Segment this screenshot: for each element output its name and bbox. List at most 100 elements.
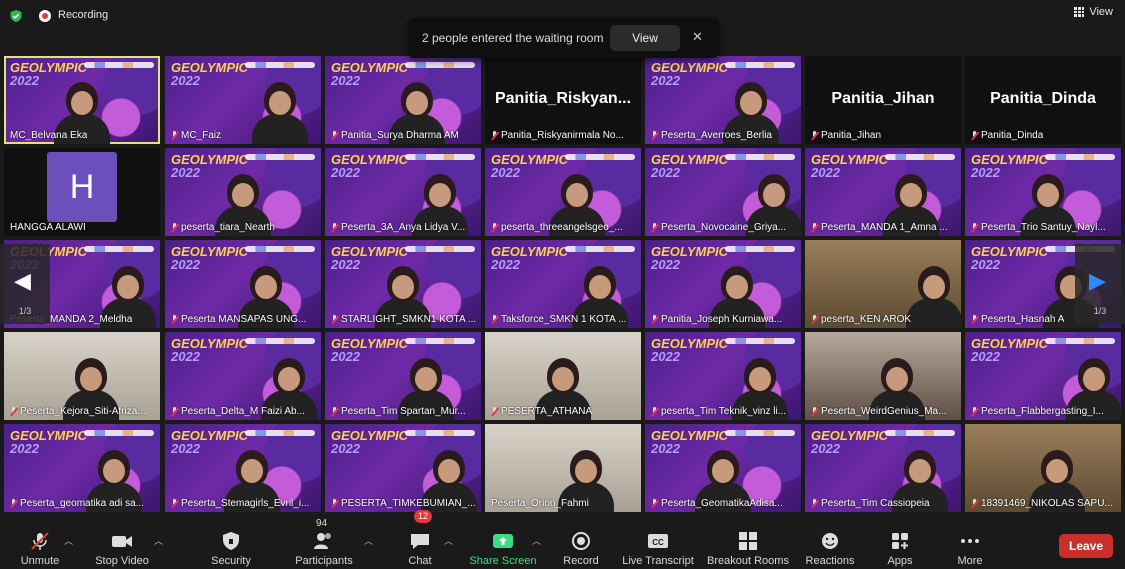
recording-label[interactable]: Recording [58, 9, 108, 21]
microphone-muted-icon [331, 131, 338, 140]
stop-video-button[interactable]: Stop Video [92, 516, 152, 569]
participant-name-label: Peserta MANSAPAS UNG... [171, 314, 306, 325]
participant-video-tile[interactable]: Panitia_Dinda Panitia_Dinda [965, 56, 1121, 144]
previous-page-button[interactable]: ◀ 1/3 [0, 244, 50, 324]
chevron-up-icon[interactable]: ︿ [154, 534, 163, 547]
next-page-button[interactable]: ▶ 1/3 [1075, 244, 1125, 324]
participant-name-label: Peserta_Hasnah A [971, 314, 1064, 325]
participant-video-tile[interactable]: GEOLYMPIC 2022 Taksforce_SMKN 1 KOTA ... [485, 240, 641, 328]
participant-video-tile[interactable]: Peserta_WeirdGenius_Ma... [805, 332, 961, 420]
participant-video-tile[interactable]: GEOLYMPIC 2022 Peserta_Tim Cassiopeia [805, 424, 961, 512]
participant-name-label: Peserta_Tim Cassiopeia [811, 498, 930, 509]
avatar: H [47, 152, 117, 222]
participant-name: Panitia_Joseph Kurniawa... [661, 314, 783, 325]
participant-name: Panitia_Jihan [821, 130, 882, 141]
participant-video-tile[interactable]: GEOLYMPIC 2022 Peserta_Trio Santuy_Nayl... [965, 148, 1121, 236]
apps-icon [892, 533, 908, 549]
participant-video-tile[interactable]: GEOLYMPIC 2022 Peserta_Stemagirls_Evril_i.… [165, 424, 321, 512]
participant-video-tile[interactable]: GEOLYMPIC 2022 STARLIGHT_SMKN1 KOTA ... [325, 240, 481, 328]
leave-button[interactable]: Leave [1059, 534, 1113, 558]
chevron-up-icon[interactable]: ︿ [532, 534, 541, 547]
chat-button[interactable]: 12 Chat [400, 510, 440, 569]
reactions-button[interactable]: Reactions [804, 516, 856, 569]
participant-video-tile[interactable]: GEOLYMPIC 2022 Peserta_3A_Anya Lidya V... [325, 148, 481, 236]
event-banner-logo: GEOLYMPIC2022 [10, 429, 87, 455]
participant-name-label: Peserta_MANDA 1_Amna ... [811, 222, 948, 233]
sponsor-strip [725, 338, 795, 344]
record-button[interactable]: Record [560, 516, 602, 569]
participant-video-tile[interactable]: GEOLYMPIC 2022 Peserta_GeomatikaAdisa... [645, 424, 801, 512]
participant-video-tile[interactable]: GEOLYMPIC 2022 Peserta MANSAPAS UNG... [165, 240, 321, 328]
participant-video-tile[interactable]: GEOLYMPIC 2022 Peserta_Averroes_Berlia [645, 56, 801, 144]
reactions-label: Reactions [805, 555, 855, 567]
participant-video-tile[interactable]: GEOLYMPIC 2022 Peserta_MANDA 1_Amna ... [805, 148, 961, 236]
participant-video-tile[interactable]: Panitia_Riskyan... Panitia_Riskyanirmala … [485, 56, 641, 144]
microphone-muted-icon [651, 223, 658, 232]
participant-name: Peserta_Stemagirls_Evril_i... [181, 498, 310, 509]
participant-video-tile[interactable]: GEOLYMPIC 2022 MC_Faiz [165, 56, 321, 144]
banner-year: 2022 [651, 165, 680, 180]
participant-name: peserta_threeangelsgeo_... [501, 222, 623, 233]
breakout-rooms-button[interactable]: Breakout Rooms [706, 516, 790, 569]
microphone-muted-icon [491, 407, 498, 416]
participant-name: Peserta_Averroes_Berlia [661, 130, 772, 141]
live-transcript-button[interactable]: CC Live Transcript [622, 516, 694, 569]
participant-video-tile[interactable]: Peserta_Orion_Fahmi [485, 424, 641, 512]
participant-video-tile[interactable]: GEOLYMPIC 2022 peserta_threeangelsgeo_... [485, 148, 641, 236]
chevron-right-icon: ▶ [1089, 268, 1106, 293]
participant-name: Peserta MANSAPAS UNG... [181, 314, 307, 325]
participant-video-tile[interactable]: peserta_KEN AROK [805, 240, 961, 328]
participant-video-tile[interactable]: GEOLYMPIC 2022 Peserta_geomatika adi sa... [4, 424, 160, 512]
microphone-muted-icon [171, 223, 178, 232]
participant-name-label: PESERTA_TIMKEBUMIAN_... [331, 498, 476, 509]
view-button[interactable]: View [1074, 6, 1113, 18]
participant-video-tile[interactable]: Peserta_Kejora_Siti-Afriza... [4, 332, 160, 420]
participant-video-tile[interactable]: GEOLYMPIC 2022 Panitia_Surya Dharma AM [325, 56, 481, 144]
event-banner-logo: GEOLYMPIC2022 [971, 337, 1048, 363]
participant-name-label: Peserta_Delta_M Faizi Ab... [171, 406, 305, 417]
participants-button[interactable]: 94 Participants [292, 516, 356, 569]
notification-view-button[interactable]: View [610, 25, 680, 51]
microphone-muted-icon [971, 223, 978, 232]
recording-icon[interactable] [39, 10, 51, 22]
microphone-muted-icon [491, 131, 498, 140]
banner-year: 2022 [171, 349, 200, 364]
participant-name: Panitia_Riskyanirmala No... [501, 130, 624, 141]
participant-name-label: Peserta_Trio Santuy_Nayl... [971, 222, 1106, 233]
security-button[interactable]: Security [206, 516, 256, 569]
event-banner-logo: GEOLYMPIC2022 [651, 153, 728, 179]
participant-video-tile[interactable]: GEOLYMPIC 2022 Peserta_Novocaine_Griya... [645, 148, 801, 236]
participant-video-tile[interactable]: 18391469_NIKOLAS SAPU... [965, 424, 1121, 512]
participant-video-tile[interactable]: GEOLYMPIC 2022 Panitia_Joseph Kurniawa... [645, 240, 801, 328]
participant-video-tile[interactable]: GEOLYMPIC 2022 MC_Belvana Eka [4, 56, 160, 144]
event-banner-logo: GEOLYMPIC2022 [171, 245, 248, 271]
share-screen-icon [493, 534, 513, 548]
participant-name: Peserta_Tim Cassiopeia [821, 498, 930, 509]
close-icon[interactable]: ✕ [692, 29, 703, 45]
microphone-muted-icon [171, 499, 178, 508]
participant-video-tile[interactable]: GEOLYMPIC 2022 PESERTA_TIMKEBUMIAN_... [325, 424, 481, 512]
participant-name-label: Peserta_Novocaine_Griya... [651, 222, 786, 233]
sponsor-strip [1045, 338, 1115, 344]
participant-video-tile[interactable]: H HANGGA ALAWI [4, 148, 160, 236]
participant-video-tile[interactable]: GEOLYMPIC 2022 Peserta_Delta_M Faizi Ab... [165, 332, 321, 420]
more-button[interactable]: More [952, 516, 988, 569]
participant-name: Peserta_GeomatikaAdisa... [661, 498, 783, 509]
participant-video-tile[interactable]: Panitia_Jihan Panitia_Jihan [805, 56, 961, 144]
chevron-up-icon[interactable]: ︿ [444, 534, 453, 547]
participant-video-tile[interactable]: PESERTA_ATHANA [485, 332, 641, 420]
participant-video-tile[interactable]: GEOLYMPIC 2022 Peserta_Tim Spartan_Mur... [325, 332, 481, 420]
sponsor-strip [725, 430, 795, 436]
participant-video-tile[interactable]: GEOLYMPIC 2022 Peserta_Flabbergasting_I... [965, 332, 1121, 420]
sponsor-strip [245, 62, 315, 68]
participant-video-tile[interactable]: GEOLYMPIC 2022 peserta_Tim Teknik_vinz li.… [645, 332, 801, 420]
chevron-up-icon[interactable]: ︿ [364, 534, 373, 547]
participant-name: Panitia_Dinda [981, 130, 1044, 141]
share-screen-button[interactable]: Share Screen [469, 516, 537, 569]
shield-icon[interactable] [9, 9, 23, 23]
participant-name-label: peserta_tiara_Nearth [171, 222, 275, 233]
chevron-up-icon[interactable]: ︿ [64, 534, 73, 547]
apps-button[interactable]: Apps [882, 516, 918, 569]
unmute-button[interactable]: Unmute [16, 516, 64, 569]
participant-video-tile[interactable]: GEOLYMPIC 2022 peserta_tiara_Nearth [165, 148, 321, 236]
